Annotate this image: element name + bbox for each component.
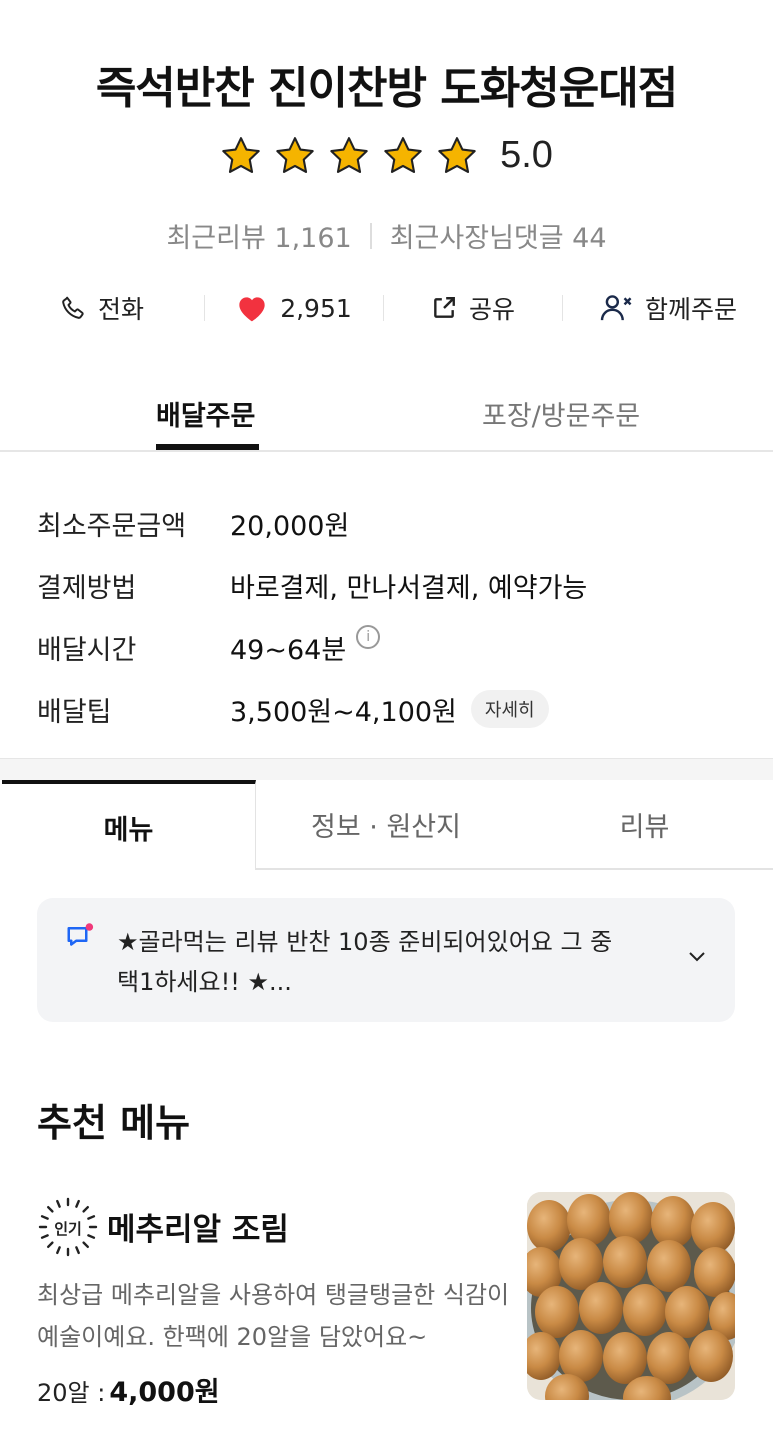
star-icon <box>330 136 368 173</box>
store-title: 즉석반찬 진이찬방 도화청운대점 <box>95 63 678 114</box>
delivery-tip-text: 3,500원~4,100원 <box>230 696 457 728</box>
call-label: 전화 <box>97 295 144 324</box>
info-row-payment: 결제방법 바로결제, 만나서결제, 예약가능 <box>37 554 737 616</box>
star-icon <box>438 136 476 173</box>
delivery-time-value: 49~64분 i <box>230 625 381 667</box>
group-order-label: 함께주문 <box>644 295 737 324</box>
min-order-label: 최소주문금액 <box>37 510 187 542</box>
call-button[interactable]: 전화 <box>0 282 204 334</box>
share-icon <box>434 297 455 318</box>
section-title-recommended: 추천 메뉴 <box>37 1101 191 1145</box>
info-row-delivery-time: 배달시간 49~64분 i <box>37 616 737 678</box>
rating-value: 5.0 <box>500 134 553 176</box>
menu-item-quail-eggs[interactable]: 인기 메추리알 조림 최상급 메추리알을 사용하여 탱글탱글한 식감이 예술이예… <box>37 1192 735 1408</box>
payment-label: 결제방법 <box>37 572 137 604</box>
info-row-min-order: 최소주문금액 20,000원 <box>37 492 737 554</box>
star-icon <box>222 136 260 173</box>
tab-menu[interactable]: 메뉴 <box>2 780 256 870</box>
menu-item-price: 4,000원 <box>109 1377 220 1408</box>
star-icon <box>276 136 314 173</box>
like-count: 2,951 <box>280 293 352 323</box>
order-type-tabs: 배달주문 포장/방문주문 <box>0 380 773 452</box>
heart-icon <box>239 297 265 322</box>
add-person-icon <box>600 295 632 321</box>
recent-reviews-link[interactable]: 최근리뷰 1,161 <box>166 216 351 255</box>
active-tab-indicator <box>156 444 259 450</box>
tab-info-origin[interactable]: 정보 · 원산지 <box>256 780 516 870</box>
menu-item-option: 20알 : <box>37 1379 106 1407</box>
star-icon <box>384 136 422 173</box>
info-row-delivery-tip: 배달팁 3,500원~4,100원 자세히 <box>37 678 737 740</box>
delivery-tip-label: 배달팁 <box>37 696 112 728</box>
phone-icon <box>62 296 84 319</box>
share-label: 공유 <box>468 295 515 324</box>
tab-delivery-order[interactable]: 배달주문 <box>156 394 255 433</box>
owner-replies-link[interactable]: 최근사장님댓글 44 <box>390 216 607 255</box>
popular-badge-label: 인기 <box>54 1220 82 1238</box>
menu-item-photo <box>527 1192 735 1400</box>
delivery-tip-detail-button[interactable]: 자세히 <box>470 690 549 728</box>
notice-icon <box>67 923 94 946</box>
store-info: 최소주문금액 20,000원 결제방법 바로결제, 만나서결제, 예약가능 배달… <box>37 492 737 740</box>
chevron-down-icon[interactable] <box>685 944 709 968</box>
like-button[interactable]: 2,951 <box>205 282 383 334</box>
group-order-button[interactable]: 함께주문 <box>563 282 773 334</box>
review-stats: 최근리뷰 1,161 최근사장님댓글 44 <box>0 216 773 255</box>
menu-item-price-row: 20알 : 4,000원 <box>37 1370 220 1409</box>
menu-item-name: 메추리알 조림 <box>107 1212 289 1248</box>
delivery-time-text: 49~64분 <box>230 634 347 666</box>
min-order-value: 20,000원 <box>230 510 350 542</box>
info-icon[interactable]: i <box>356 625 381 649</box>
store-notice[interactable]: ★골라먹는 리뷰 반찬 10종 준비되어있어요 그 중 택1하세요!! ★... <box>37 898 735 1022</box>
payment-value: 바로결제, 만나서결제, 예약가능 <box>230 572 588 604</box>
rating-stars <box>220 135 478 177</box>
action-bar: 전화 2,951 공유 함께주문 <box>0 282 773 334</box>
share-button[interactable]: 공유 <box>384 282 562 334</box>
menu-item-description: 최상급 메추리알을 사용하여 탱글탱글한 식감이 예술이예요. 한팩에 20알을… <box>37 1281 510 1351</box>
delivery-tip-value: 3,500원~4,100원 자세히 <box>230 690 549 729</box>
notice-text: ★골라먹는 리뷰 반찬 10종 준비되어있어요 그 중 택1하세요!! ★... <box>117 928 613 996</box>
rating-row: 5.0 <box>0 134 773 177</box>
section-divider <box>0 758 773 780</box>
tab-pickup-order[interactable]: 포장/방문주문 <box>482 394 640 433</box>
delivery-time-label: 배달시간 <box>37 634 137 666</box>
tab-reviews[interactable]: 리뷰 <box>516 780 773 870</box>
divider <box>369 222 372 249</box>
content-tabs: 메뉴 정보 · 원산지 리뷰 <box>0 780 773 870</box>
